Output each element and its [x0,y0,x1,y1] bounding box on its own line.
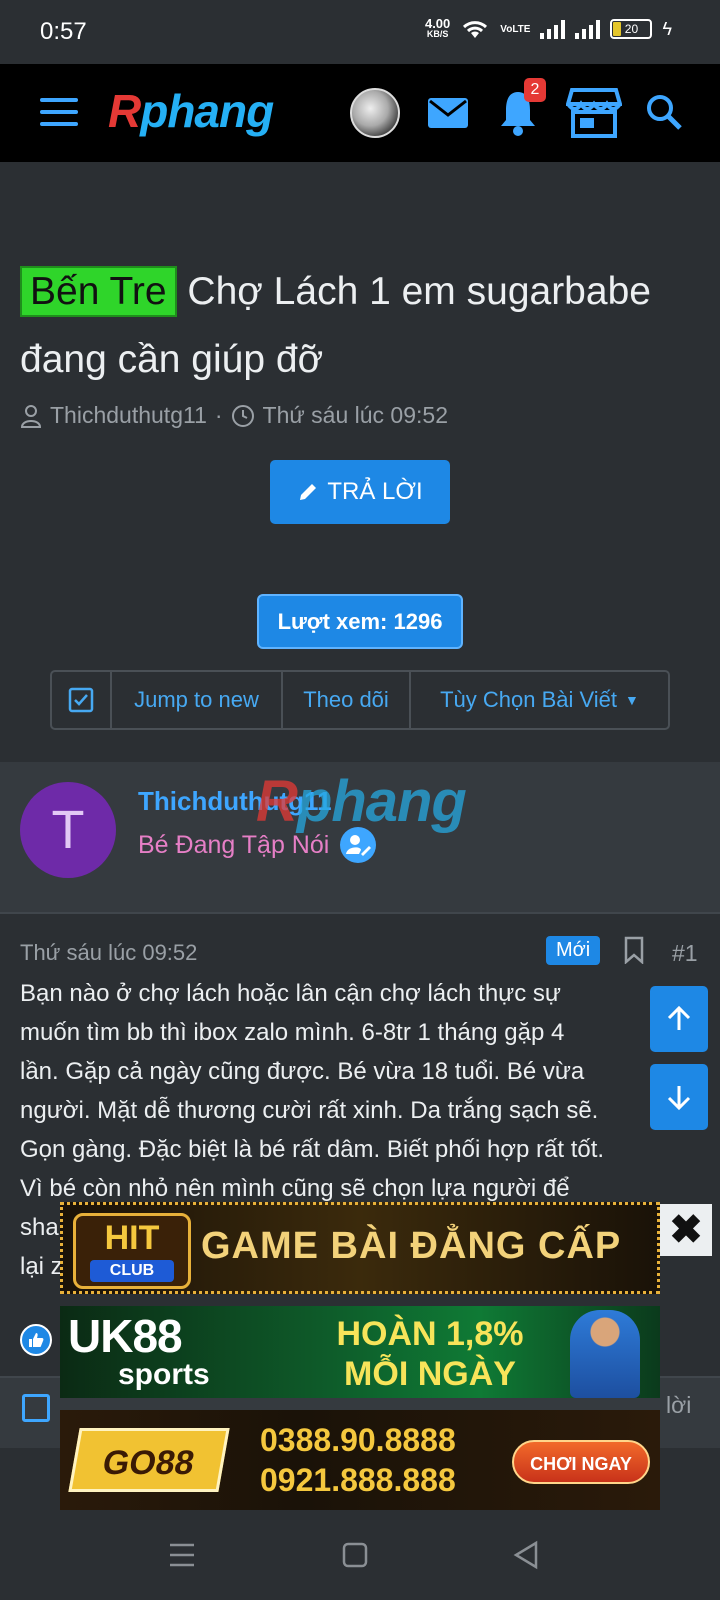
player-image [570,1310,640,1398]
post-line: Bạn nào ở chợ lách hoặc lân cận chợ lách… [20,980,561,1007]
signal-icon [540,19,566,39]
bookmark-icon[interactable] [622,936,646,964]
arrow-down-icon [667,1086,691,1111]
top-nav: Rphang 2 [0,64,720,162]
status-bar: 0:57 4.00 KB/S VoLTE 20 ϟ [0,0,720,64]
post-date[interactable]: Thứ sáu lúc 09:52 [20,940,197,966]
post-user-title: Bé Đang Tập Nói [138,826,377,864]
thread-prefix[interactable]: Bến Tre [20,266,177,317]
battery-icon: 20 [610,19,653,39]
net-speed: 4.00 KB/S [424,16,451,39]
jump-to-new-button[interactable]: Jump to new [112,672,283,728]
post-line: người. Mặt dễ thương cười rất xinh. Da t… [20,1097,599,1124]
clock-icon [231,404,254,427]
thread-title: Bến Tre Chợ Lách 1 em sugarbabe đang cần… [20,258,700,394]
meta-separator: · [214,402,223,428]
like-reaction-icon[interactable] [20,1324,52,1356]
notification-badge: 2 [524,78,546,102]
search-icon[interactable] [644,92,684,132]
user-avatar-button[interactable] [350,88,400,138]
wifi-icon [463,21,488,38]
select-checkbox[interactable] [52,672,112,728]
uk88-promo: HOÀN 1,8% MỖI NGÀY [336,1315,524,1393]
footer-reply-link[interactable]: lời [666,1392,691,1419]
post-line: Gọn gàng. Đặc biệt là bé rất dâm. Biết p… [20,1136,605,1163]
thread-author[interactable]: Thichduthutg11 [50,402,207,429]
clock: 0:57 [40,18,87,45]
thread-options-button[interactable]: Tùy Chọn Bài Viết ▼ [411,672,668,728]
watch-button[interactable]: Theo dõi [283,672,411,728]
go88-phones: 0388.90.8888 0921.888.888 [260,1422,456,1498]
scroll-up-button[interactable] [650,986,708,1052]
ad-close-button[interactable]: ✖ [660,1204,712,1256]
new-badge: Mới [546,936,601,965]
post-author-block: T Thichduthutg11 Rphang Bé Đang Tập Nói [0,762,720,912]
views-counter: Lượt xem: 1296 [257,594,463,649]
thread-date[interactable]: Thứ sáu lúc 09:52 [263,402,448,429]
charging-icon: ϟ [662,18,672,39]
post-number[interactable]: #1 [672,940,698,967]
home-icon[interactable] [342,1542,368,1568]
reply-button[interactable]: TRẢ LỜI [270,460,450,524]
recent-apps-icon[interactable] [168,1542,196,1568]
thread-toolbar: Jump to new Theo dõi Tùy Chọn Bài Viết ▼ [50,670,670,730]
watermark-logo: Rphang [256,769,467,834]
post-line: lần. Gặp cả ngày cũng được. Bé vừa 18 tu… [20,1058,585,1085]
back-icon[interactable] [512,1540,540,1570]
system-nav-bar [0,1512,720,1600]
store-icon[interactable] [566,86,622,140]
uk88-logo: UK88 sports [68,1310,210,1391]
thread-meta: Thichduthutg11 · Thứ sáu lúc 09:52 [20,402,448,429]
signal-icon-2 [575,19,601,39]
user-icon [20,404,42,428]
menu-icon[interactable] [40,98,78,126]
reply-label: TRẢ LỜI [327,478,423,505]
go88-play-button[interactable]: CHƠI NGAY [512,1440,650,1484]
ad-banner-hitclub[interactable]: HIT CLUB GAME BÀI ĐẲNG CẤP [60,1202,660,1294]
arrow-up-icon [667,1005,691,1030]
ad-banner-uk88[interactable]: UK88 sports HOÀN 1,8% MỖI NGÀY [60,1306,660,1398]
go88-logo: GO88 [68,1428,230,1492]
hitclub-logo: HIT CLUB [73,1213,191,1289]
status-icons: 4.00 KB/S VoLTE 20 ϟ [424,16,672,40]
post-line: muốn tìm bb thì ibox zalo mình. 6-8tr 1 … [20,1019,565,1046]
hitclub-slogan: GAME BÀI ĐẲNG CẤP [201,1225,622,1267]
caret-down-icon: ▼ [625,692,639,708]
post-body: Thứ sáu lúc 09:52 Mới #1 Bạn nào ở chợ l… [0,912,720,1372]
ad-banner-go88[interactable]: GO88 0388.90.8888 0921.888.888 CHƠI NGAY [60,1410,660,1510]
mail-icon[interactable] [426,86,470,136]
post-avatar[interactable]: T [20,782,116,878]
user-edit-icon [340,827,377,863]
checkbox-icon [68,687,94,713]
scroll-down-button[interactable] [650,1064,708,1130]
site-logo[interactable]: Rphang [108,84,274,138]
select-post-checkbox[interactable] [22,1394,50,1422]
volte-label: VoLTE [500,23,531,35]
pencil-icon [300,484,317,500]
